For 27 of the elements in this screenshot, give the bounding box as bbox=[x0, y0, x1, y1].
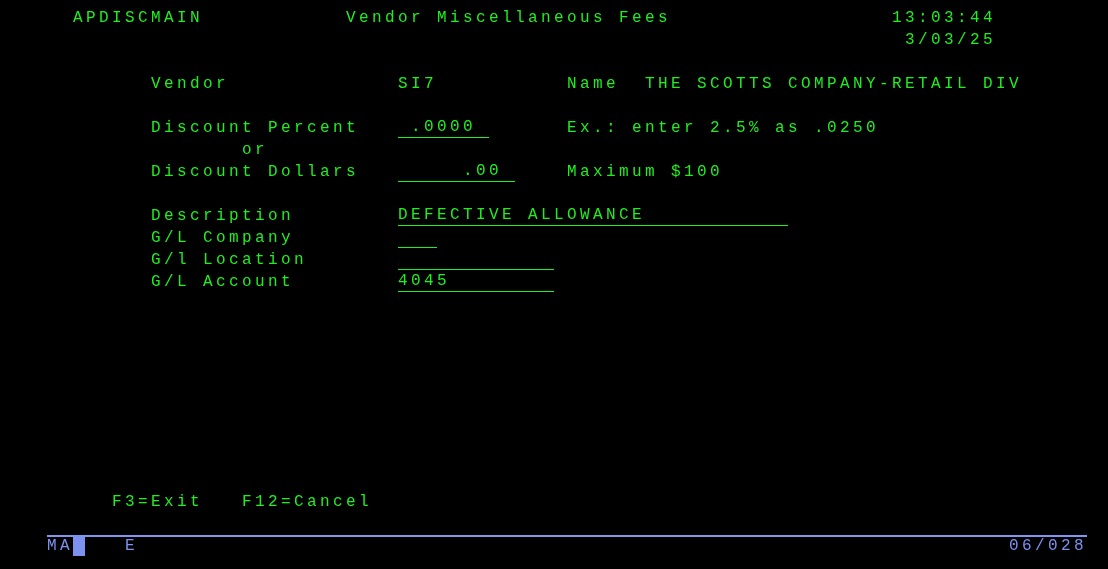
input-field[interactable]: .00 bbox=[398, 161, 515, 182]
field-label: Name bbox=[567, 74, 619, 95]
screen-title: Vendor Miscellaneous Fees bbox=[346, 8, 671, 29]
field-label: G/L Account bbox=[151, 272, 294, 293]
hint-text: Ex.: enter 2.5% as .0250 bbox=[567, 118, 879, 139]
function-key-text[interactable]: F3=Exit bbox=[112, 491, 203, 513]
date: 3/03/25 bbox=[905, 30, 996, 51]
field-label: G/L Company bbox=[151, 228, 294, 249]
input-field[interactable]: DEFECTIVE ALLOWANCE bbox=[398, 205, 788, 226]
hint-text: Maximum $100 bbox=[567, 162, 723, 183]
connector-text: or bbox=[242, 140, 268, 161]
vendor-code: SI7 bbox=[398, 74, 437, 95]
input-field[interactable]: .0000 bbox=[398, 117, 489, 138]
status-indicator: A bbox=[60, 536, 73, 557]
status-indicator: M bbox=[47, 536, 60, 557]
field-label: Discount Percent bbox=[151, 118, 359, 139]
program-name: APDISCMAIN bbox=[73, 8, 203, 29]
input-field[interactable]: 4045 bbox=[398, 271, 554, 292]
field-label: G/l Location bbox=[151, 250, 307, 271]
status-indicator: E bbox=[125, 536, 138, 557]
cursor-position: 06/028 bbox=[1009, 536, 1087, 557]
vendor-name: THE SCOTTS COMPANY-RETAIL DIV bbox=[645, 74, 1022, 95]
field-label: Discount Dollars bbox=[151, 162, 359, 183]
field-label: Description bbox=[151, 206, 294, 227]
time: 13:03:44 bbox=[892, 8, 996, 29]
function-key-text[interactable]: F12=Cancel bbox=[242, 491, 372, 513]
field-label: Vendor bbox=[151, 74, 229, 95]
